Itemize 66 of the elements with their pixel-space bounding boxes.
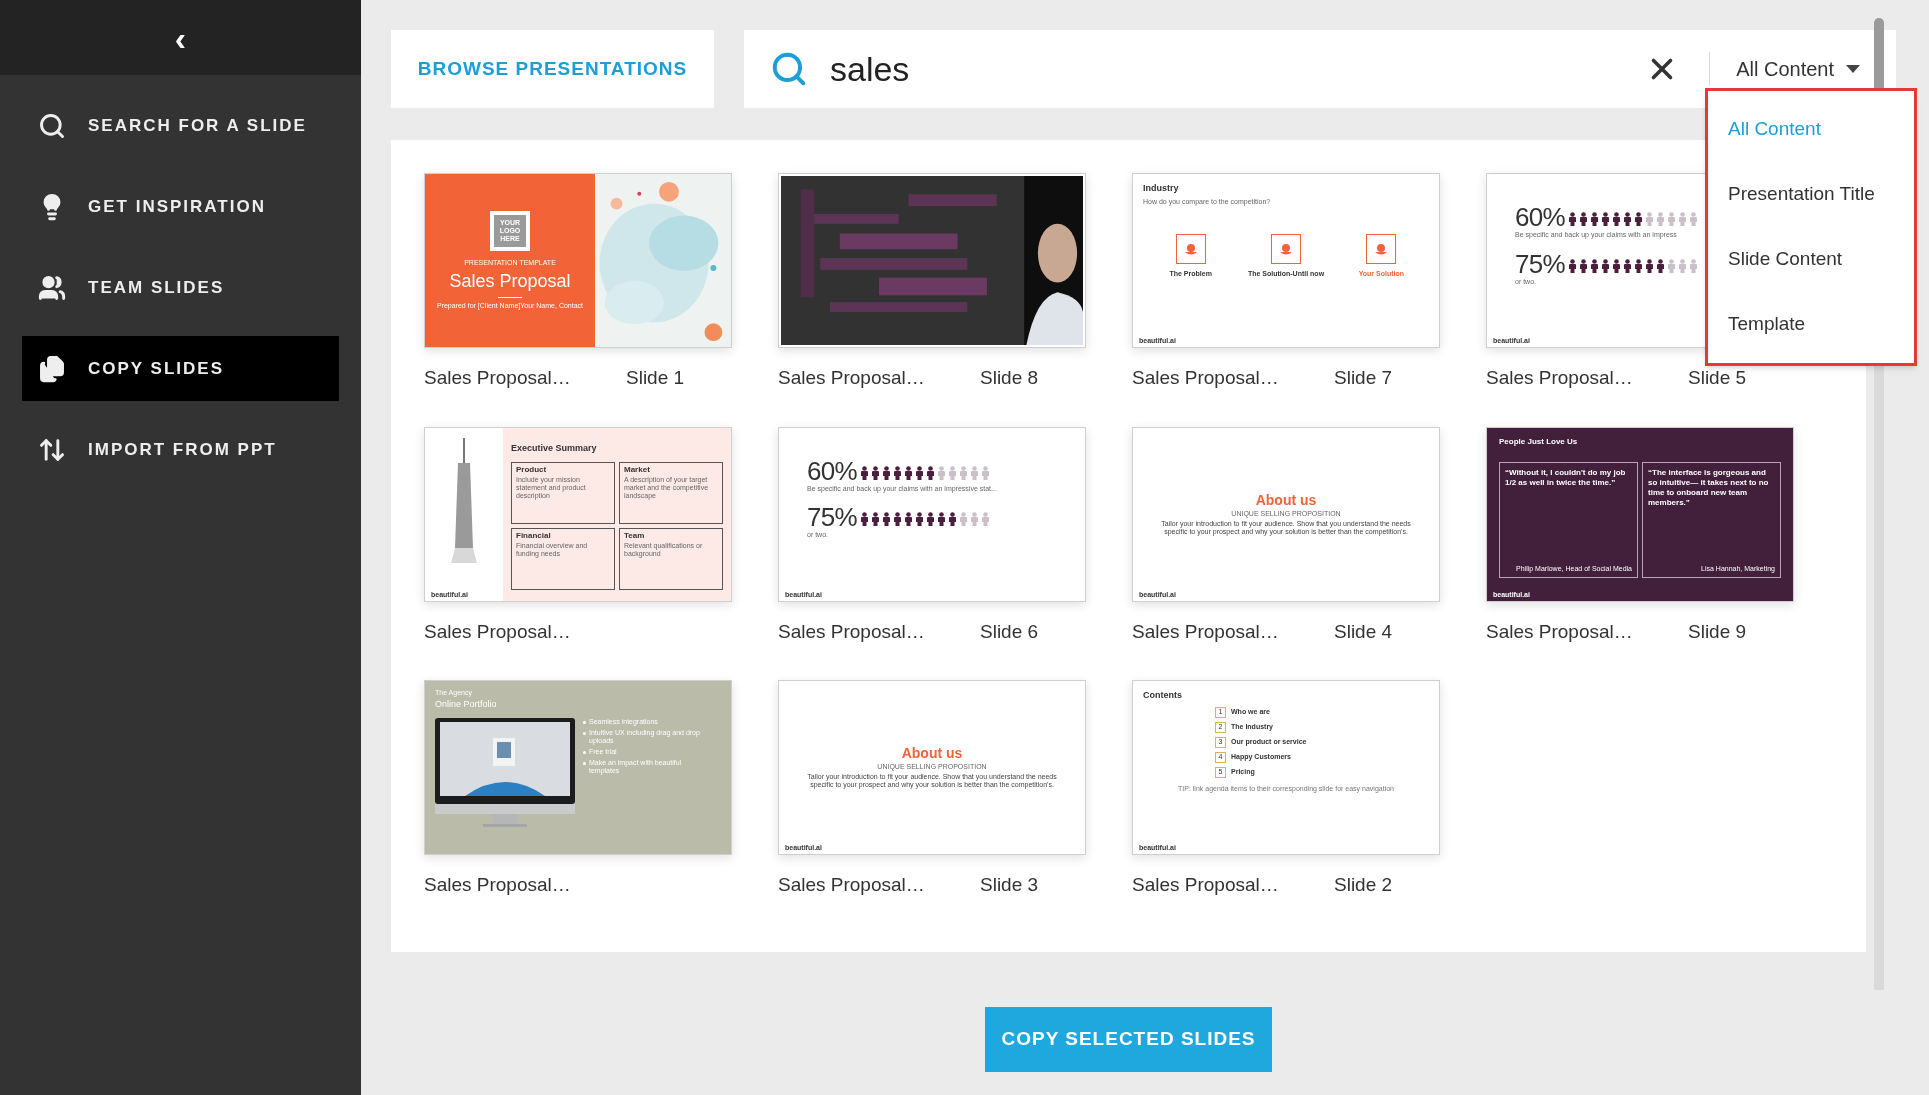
stat-value: 60% (807, 457, 858, 484)
presentation-name: Sales Proposal… (778, 873, 926, 897)
people-empty (1646, 212, 1698, 226)
filter-dropdown[interactable]: All Content (1710, 54, 1886, 84)
presentation-name: Sales Proposal… (1132, 873, 1280, 897)
sidebar-item[interactable]: SEARCH FOR A SLIDE (22, 93, 339, 158)
slide-thumbnail[interactable] (1132, 426, 1440, 602)
slide-title: Sales Proposal (449, 270, 571, 293)
stat-value: 60% (1515, 204, 1566, 230)
slide-title: About us (901, 746, 963, 760)
presentation-name: Sales Proposal… (1486, 619, 1634, 644)
box-heading: Product (516, 465, 548, 474)
slide-number: Slide 5 (1688, 366, 1747, 390)
box-heading: Financial (516, 531, 552, 540)
slide-title: Online Portfolio (435, 698, 498, 711)
box-heading: Team (624, 531, 646, 540)
presentation-name: Sales Proposal… (424, 366, 572, 390)
boat-icon (1366, 233, 1397, 264)
people-icon (38, 273, 66, 302)
slide-number: Slide 4 (1334, 619, 1393, 644)
back-button[interactable]: ‹ (174, 20, 187, 55)
boat-icon (1271, 233, 1301, 264)
sidebar-item[interactable]: GET INSPIRATION (22, 174, 339, 239)
stat-value: 75% (1515, 250, 1566, 277)
documents-icon (38, 354, 66, 383)
search-icon (770, 50, 808, 88)
presentation-name: Sales Proposal… (1132, 366, 1280, 390)
presentation-name: Sales Proposal… (1132, 619, 1280, 644)
bullet-icon (583, 750, 586, 754)
search-icon (38, 111, 66, 140)
bullet-icon (583, 731, 586, 735)
boat-icon (1175, 233, 1206, 264)
bullet-icon (583, 720, 586, 724)
slide-title: Executive Summary (511, 442, 597, 453)
stat-value: 75% (807, 504, 858, 530)
quote-text: “Without it, I couldn't do my job 1/2 as well in twice the time.” (1505, 467, 1627, 488)
slide-title: About us (1255, 492, 1317, 507)
presentation-name: Sales Proposal… (778, 366, 926, 390)
slide-number: Slide 6 (980, 619, 1039, 644)
slide-thumbnail[interactable] (1486, 426, 1794, 602)
people-empty (938, 465, 990, 480)
presentation-name: Sales Proposal… (1486, 366, 1634, 390)
slide-number: Slide 9 (1688, 619, 1747, 644)
quote-text: “The interface is gorgeous and so intuitive— it takes next to no time to onboard new team members.” (1648, 467, 1770, 508)
slide-number: Slide 3 (980, 873, 1039, 897)
slide-number: Slide 1 (626, 366, 685, 390)
slide-thumbnail[interactable] (778, 680, 1086, 855)
slide-number: Slide 7 (1334, 366, 1393, 390)
slide-title: Industry (1143, 184, 1180, 193)
slide-number: Slide 2 (1334, 873, 1393, 897)
presentation-name: Sales Proposal… (778, 619, 926, 644)
slide-number: Slide 8 (980, 366, 1039, 390)
sidebar-item[interactable]: TEAM SLIDES (22, 255, 339, 320)
box-heading: Market (624, 465, 651, 474)
slide-title: Contents (1143, 689, 1183, 702)
people-empty (1668, 258, 1698, 273)
sidebar-item[interactable]: COPY SLIDES (22, 336, 339, 401)
search-field[interactable]: sales All Content (744, 30, 1896, 108)
presentation-name: Sales Proposal… (424, 873, 572, 897)
sidebar-item[interactable]: IMPORT FROM PPT (22, 417, 339, 482)
slide-thumbnail[interactable] (424, 426, 732, 602)
people-empty (960, 512, 990, 526)
slide-title: People Just Love Us (1499, 437, 1579, 446)
caret-icon (1846, 65, 1860, 73)
bullet-icon (583, 761, 586, 765)
presentation-name: Sales Proposal… (424, 619, 572, 644)
